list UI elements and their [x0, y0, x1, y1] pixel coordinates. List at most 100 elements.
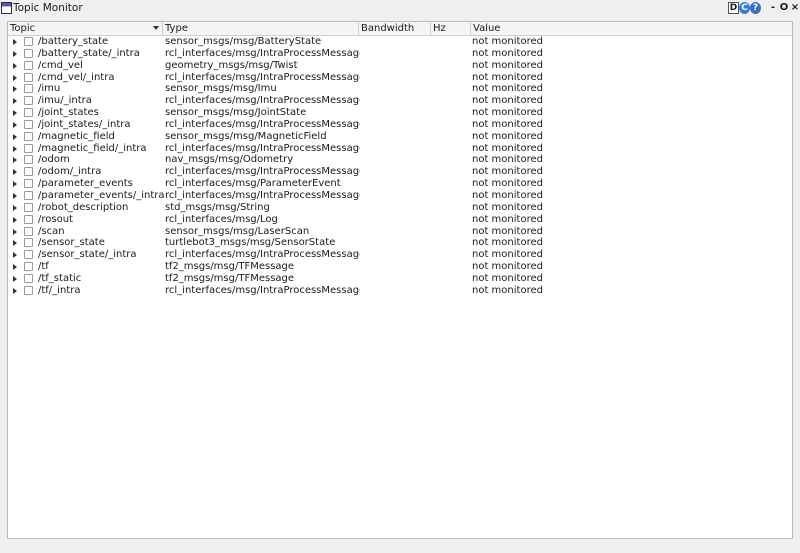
- table-row[interactable]: /battery_state sensor_msgs/msg/BatterySta…: [8, 36, 792, 48]
- monitor-checkbox[interactable]: [24, 143, 33, 153]
- expand-arrow-icon[interactable]: [13, 228, 17, 235]
- monitor-checkbox[interactable]: [24, 131, 33, 141]
- monitor-checkbox[interactable]: [24, 226, 33, 236]
- table-row[interactable]: /parameter_events/_intra rcl_interfaces/m…: [8, 190, 792, 202]
- table-row[interactable]: /tf tf2_msgs/msg/TFMessage not monitored: [8, 261, 792, 273]
- value-cell: not monitored: [472, 166, 543, 178]
- expand-arrow-icon[interactable]: [13, 252, 17, 259]
- reload-icon[interactable]: C: [739, 2, 750, 14]
- sort-down-icon: [153, 26, 159, 30]
- type-cell: rcl_interfaces/msg/IntraProcessMessage: [165, 189, 360, 201]
- expand-arrow-icon[interactable]: [13, 39, 17, 45]
- table-row[interactable]: /imu/_intra rcl_interfaces/msg/IntraProce…: [8, 95, 792, 107]
- close-button[interactable]: ×: [790, 2, 800, 14]
- monitor-checkbox[interactable]: [24, 262, 33, 272]
- value-cell: not monitored: [472, 225, 543, 237]
- table-row[interactable]: /joint_states sensor_msgs/msg/JointState n…: [8, 107, 792, 119]
- topic-cell: /magnetic_field/_intra: [38, 142, 147, 154]
- monitor-checkbox[interactable]: [24, 37, 33, 46]
- column-header-hz[interactable]: Hz: [431, 22, 471, 35]
- column-header-topic[interactable]: Topic: [8, 22, 163, 35]
- topic-cell: /odom: [38, 154, 70, 166]
- expand-arrow-icon[interactable]: [13, 240, 17, 247]
- expand-arrow-icon[interactable]: [13, 157, 17, 164]
- column-header-type[interactable]: Type: [163, 22, 359, 35]
- options-button[interactable]: O: [779, 2, 789, 14]
- type-cell: rcl_interfaces/msg/ParameterEvent: [165, 178, 341, 190]
- table-row[interactable]: /odom nav_msgs/msg/Odometry not monitored: [8, 154, 792, 166]
- monitor-checkbox[interactable]: [24, 214, 33, 224]
- topic-cell: /imu: [38, 83, 61, 95]
- table-row[interactable]: /sensor_state turtlebot3_msgs/msg/SensorS…: [8, 237, 792, 249]
- expand-arrow-icon[interactable]: [13, 110, 17, 117]
- monitor-checkbox[interactable]: [24, 108, 33, 118]
- app-icon: [1, 2, 12, 14]
- table-row[interactable]: /cmd_vel/_intra rcl_interfaces/msg/IntraP…: [8, 72, 792, 84]
- monitor-checkbox[interactable]: [24, 202, 33, 212]
- expand-arrow-icon[interactable]: [13, 275, 17, 282]
- value-cell: not monitored: [472, 130, 543, 142]
- d-button[interactable]: D: [728, 2, 739, 14]
- table-row[interactable]: /parameter_events rcl_interfaces/msg/Para…: [8, 178, 792, 190]
- type-cell: geometry_msgs/msg/Twist: [165, 59, 298, 71]
- expand-arrow-icon[interactable]: [13, 192, 17, 199]
- table-row[interactable]: /battery_state/_intra rcl_interfaces/msg/…: [8, 48, 792, 60]
- column-header-bandwidth[interactable]: Bandwidth: [359, 22, 431, 35]
- type-cell: nav_msgs/msg/Odometry: [165, 154, 294, 166]
- monitor-checkbox[interactable]: [24, 60, 33, 70]
- monitor-checkbox[interactable]: [24, 273, 33, 283]
- monitor-checkbox[interactable]: [24, 119, 33, 129]
- expand-arrow-icon[interactable]: [13, 264, 17, 271]
- value-cell: not monitored: [472, 249, 543, 261]
- type-cell: sensor_msgs/msg/LaserScan: [165, 225, 310, 237]
- expand-arrow-icon[interactable]: [13, 133, 17, 140]
- topic-cell: /odom/_intra: [38, 166, 102, 178]
- monitor-checkbox[interactable]: [24, 250, 33, 260]
- monitor-checkbox[interactable]: [24, 238, 33, 248]
- expand-arrow-icon[interactable]: [13, 204, 17, 211]
- table-row[interactable]: /cmd_vel geometry_msgs/msg/Twist not monit…: [8, 60, 792, 72]
- type-cell: rcl_interfaces/msg/IntraProcessMessage: [165, 249, 360, 261]
- monitor-checkbox[interactable]: [24, 72, 33, 82]
- expand-arrow-icon[interactable]: [13, 86, 17, 93]
- expand-arrow-icon[interactable]: [13, 181, 17, 188]
- table-row[interactable]: /rosout rcl_interfaces/msg/Log not monitor…: [8, 214, 792, 226]
- expand-arrow-icon[interactable]: [13, 50, 17, 57]
- expand-arrow-icon[interactable]: [13, 98, 17, 105]
- type-cell: rcl_interfaces/msg/Log: [165, 213, 278, 225]
- monitor-checkbox[interactable]: [24, 190, 33, 200]
- monitor-checkbox[interactable]: [24, 179, 33, 189]
- monitor-checkbox[interactable]: [24, 285, 33, 295]
- expand-arrow-icon[interactable]: [13, 287, 17, 294]
- table-row[interactable]: /scan sensor_msgs/msg/LaserScan not monito…: [8, 226, 792, 238]
- value-cell: not monitored: [472, 47, 543, 59]
- value-cell: not monitored: [472, 272, 543, 284]
- expand-arrow-icon[interactable]: [13, 62, 17, 69]
- type-cell: rcl_interfaces/msg/IntraProcessMessage: [165, 166, 360, 178]
- monitor-checkbox[interactable]: [24, 167, 33, 177]
- expand-arrow-icon[interactable]: [13, 121, 17, 128]
- topic-cell: /joint_states: [38, 107, 99, 119]
- table-row[interactable]: /tf/_intra rcl_interfaces/msg/IntraProces…: [8, 285, 792, 297]
- table-row[interactable]: /odom/_intra rcl_interfaces/msg/IntraProc…: [8, 166, 792, 178]
- topic-tree[interactable]: Topic Type Bandwidth Hz Value /battery_s…: [7, 21, 793, 539]
- table-row[interactable]: /imu sensor_msgs/msg/Imu not monitored: [8, 83, 792, 95]
- table-row[interactable]: /sensor_state/_intra rcl_interfaces/msg/I…: [8, 249, 792, 261]
- table-row[interactable]: /tf_static tf2_msgs/msg/TFMessage not moni…: [8, 273, 792, 285]
- column-header-value[interactable]: Value: [471, 22, 792, 35]
- table-row[interactable]: /robot_description std_msgs/msg/String not…: [8, 202, 792, 214]
- table-row[interactable]: /joint_states/_intra rcl_interfaces/msg/I…: [8, 119, 792, 131]
- type-cell: rcl_interfaces/msg/IntraProcessMessage: [165, 118, 360, 130]
- monitor-checkbox[interactable]: [24, 155, 33, 165]
- help-icon[interactable]: ?: [750, 2, 761, 14]
- minimize-button[interactable]: -: [768, 2, 778, 14]
- expand-arrow-icon[interactable]: [13, 216, 17, 223]
- expand-arrow-icon[interactable]: [13, 74, 17, 81]
- expand-arrow-icon[interactable]: [13, 169, 17, 176]
- table-row[interactable]: /magnetic_field sensor_msgs/msg/MagneticF…: [8, 131, 792, 143]
- table-row[interactable]: /magnetic_field/_intra rcl_interfaces/msg…: [8, 143, 792, 155]
- monitor-checkbox[interactable]: [24, 84, 33, 94]
- monitor-checkbox[interactable]: [24, 48, 33, 58]
- expand-arrow-icon[interactable]: [13, 145, 17, 152]
- monitor-checkbox[interactable]: [24, 96, 33, 106]
